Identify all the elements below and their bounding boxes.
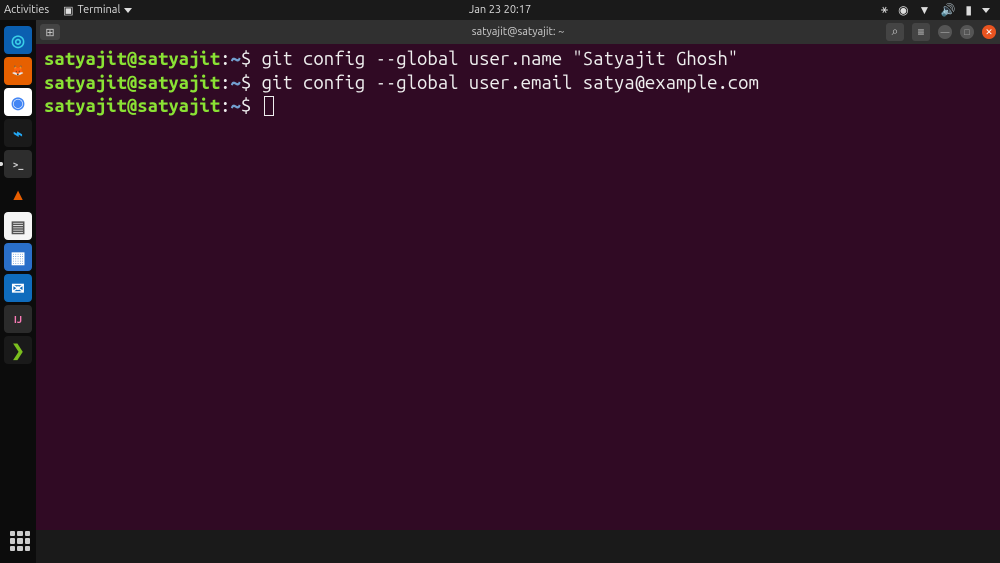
firefox-icon[interactable]: 🦊 [4,57,32,85]
terminal-line: satyajit@satyajit:~$ [44,95,992,119]
prompt-path: ~ [231,73,241,93]
chevron-down-icon [124,8,132,13]
volume-icon[interactable]: 🔊 [940,3,955,17]
activities-button[interactable]: Activities [4,4,49,16]
prompt-user: satyajit@satyajit [44,96,220,116]
prompt-separator: : [220,49,230,69]
command-text: git config --global user.name "Satyajit … [262,49,739,69]
menu-button[interactable]: ≡ [912,23,930,41]
intellij-icon[interactable]: IJ [4,305,32,333]
prompt-separator: : [220,96,230,116]
chevron-down-icon [982,8,990,13]
plus-tab-icon: ⊞ [45,26,54,39]
terminal-line: satyajit@satyajit:~$ git config --global… [44,48,992,72]
top-panel: Activities ▣ Terminal Jan 23 20:17 ⚹ ◉ ▼… [0,0,1000,20]
close-button[interactable]: ✕ [982,25,996,39]
libreoffice-icon[interactable]: ▦ [4,243,32,271]
show-applications-button[interactable] [6,527,34,555]
bluetooth-icon[interactable]: ⚹ [881,3,888,17]
app-icon[interactable]: ❯ [4,336,32,364]
edge-icon[interactable]: ◎ [4,26,32,54]
network-icon[interactable]: ▼ [919,3,931,17]
prompt-dollar: $ [241,96,262,116]
prompt-path: ~ [231,96,241,116]
battery-icon[interactable]: ▮ [965,3,972,17]
accessibility-icon[interactable]: ◉ [898,3,908,17]
terminal-body[interactable]: satyajit@satyajit:~$ git config --global… [36,44,1000,530]
terminal-window: ⊞ satyajit@satyajit: ~ ⌕ ≡ — □ ✕ satyaji… [36,20,1000,530]
app-menu-label: Terminal [78,4,121,16]
prompt-dollar: $ [241,73,262,93]
terminal-icon[interactable]: >_ [4,150,32,178]
prompt-user: satyajit@satyajit [44,73,220,93]
new-tab-button[interactable]: ⊞ [40,24,60,40]
search-button[interactable]: ⌕ [886,23,904,41]
minimize-button[interactable]: — [938,25,952,39]
prompt-path: ~ [231,49,241,69]
system-tray[interactable]: ⚹ ◉ ▼ 🔊 ▮ [881,3,996,17]
hamburger-icon: ≡ [917,25,924,39]
command-text: git config --global user.email satya@exa… [262,73,759,93]
vscode-icon[interactable]: ⌁ [4,119,32,147]
gedit-icon[interactable]: ▤ [4,212,32,240]
search-icon: ⌕ [892,25,899,39]
app-menu[interactable]: ▣ Terminal [63,4,132,17]
title-bar: ⊞ satyajit@satyajit: ~ ⌕ ≡ — □ ✕ [36,20,1000,44]
clock[interactable]: Jan 23 20:17 [469,4,531,16]
terminal-line: satyajit@satyajit:~$ git config --global… [44,72,992,96]
terminal-indicator-icon: ▣ [63,4,73,17]
maximize-button[interactable]: □ [960,25,974,39]
prompt-separator: : [220,73,230,93]
dock: ◎ 🦊 ◉ ⌁ >_ ▲ ▤ ▦ ✉ IJ ❯ [0,20,36,563]
prompt-dollar: $ [241,49,262,69]
vlc-icon[interactable]: ▲ [4,181,32,209]
chrome-icon[interactable]: ◉ [4,88,32,116]
prompt-user: satyajit@satyajit [44,49,220,69]
cursor [264,96,274,116]
outlook-icon[interactable]: ✉ [4,274,32,302]
window-title: satyajit@satyajit: ~ [472,26,565,38]
